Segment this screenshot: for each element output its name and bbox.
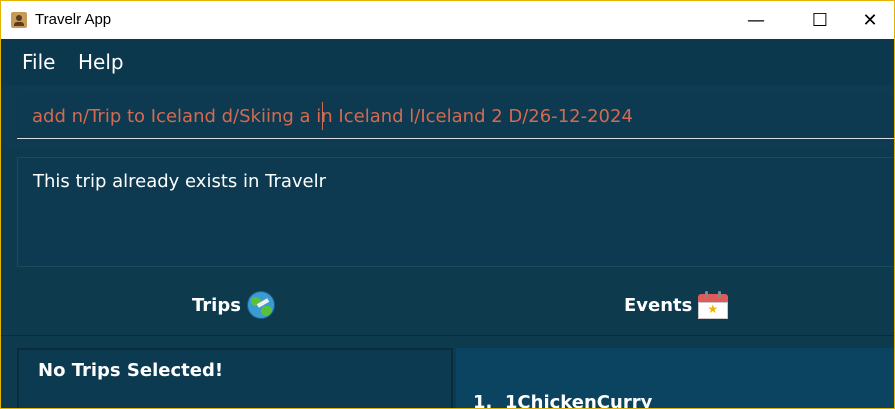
command-text: add n/Trip to Iceland d/Skiing a in Icel…: [32, 106, 633, 127]
menu-file[interactable]: File: [22, 50, 55, 74]
maximize-icon: ☐: [811, 9, 829, 31]
result-message: This trip already exists in Travelr: [33, 171, 327, 192]
window-title: Travelr App: [35, 11, 112, 28]
event-list-item[interactable]: 1. 1ChickenCurry: [473, 392, 652, 408]
trips-empty-message: No Trips Selected!: [38, 360, 224, 381]
globe-icon: [246, 291, 275, 319]
close-icon: ✕: [862, 9, 878, 31]
tab-bar: Trips Events ★: [1, 273, 894, 336]
text-caret: [322, 102, 323, 130]
tab-trips[interactable]: Trips: [192, 291, 275, 319]
minimize-button[interactable]: —: [733, 1, 779, 39]
maximize-button[interactable]: ☐: [797, 1, 843, 39]
tab-trips-label: Trips: [192, 294, 241, 316]
command-area: add n/Trip to Iceland d/Skiing a in Icel…: [1, 85, 894, 149]
tab-events[interactable]: Events ★: [624, 291, 729, 319]
app-window: Travelr App — ☐ ✕ File Help add n/Trip t…: [0, 0, 895, 409]
close-button[interactable]: ✕: [847, 1, 893, 39]
calendar-icon: ★: [698, 291, 729, 319]
trips-panel: No Trips Selected!: [17, 348, 453, 408]
command-input[interactable]: add n/Trip to Iceland d/Skiing a in Icel…: [17, 93, 894, 139]
events-panel: 1. 1ChickenCurry: [456, 348, 894, 408]
result-display: This trip already exists in Travelr: [17, 157, 894, 267]
minimize-icon: —: [747, 9, 765, 31]
app-icon: [11, 12, 27, 28]
menu-bar: File Help: [1, 39, 894, 85]
title-bar: Travelr App — ☐ ✕: [1, 1, 894, 39]
tab-events-label: Events: [624, 294, 693, 316]
result-area: This trip already exists in Travelr: [1, 149, 894, 273]
menu-help[interactable]: Help: [78, 50, 124, 74]
main-content: No Trips Selected! 1. 1ChickenCurry: [1, 336, 894, 408]
